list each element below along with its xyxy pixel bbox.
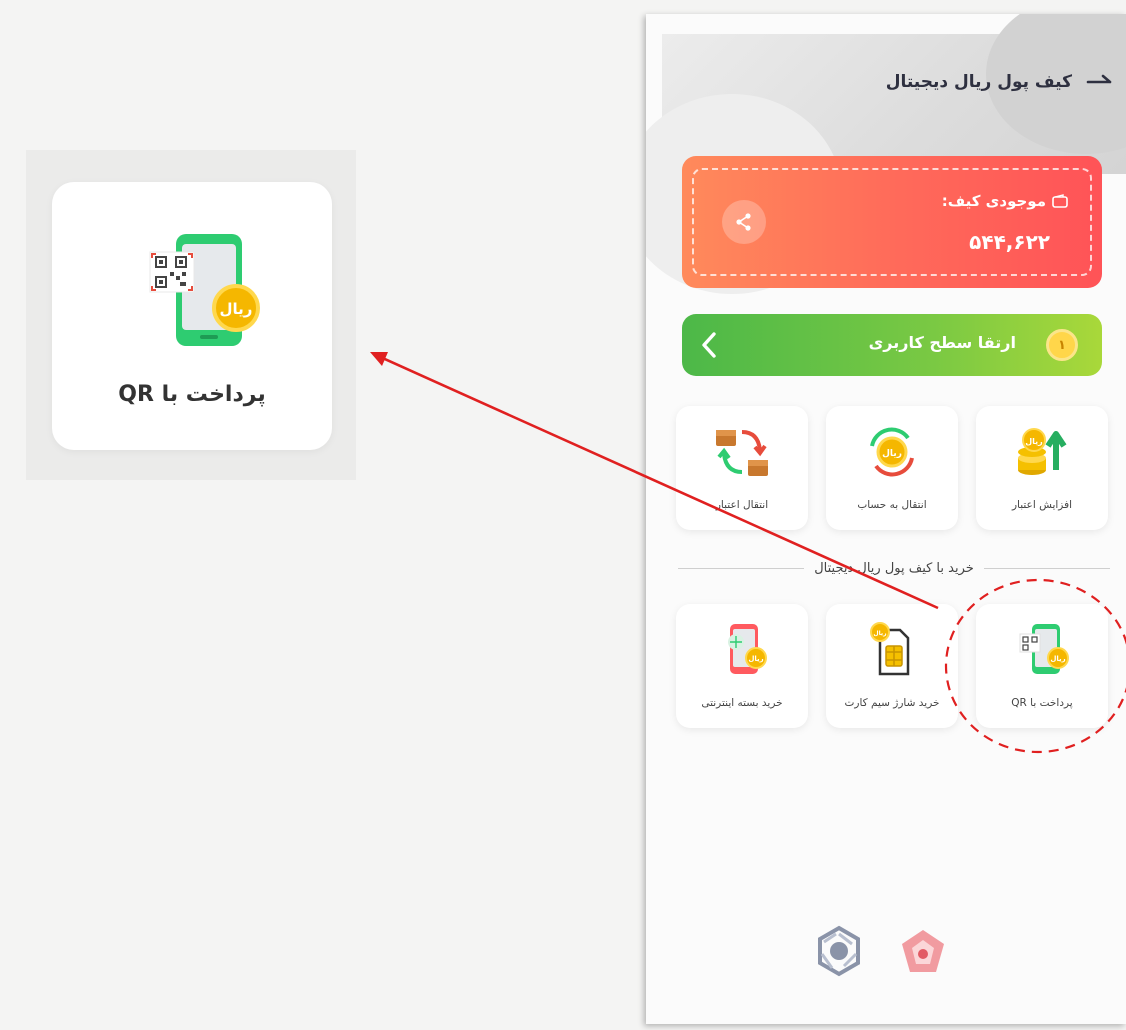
svg-text:ریال: ریال [1050,655,1065,663]
zoom-callout: ریال پرداخت با QR [26,150,356,480]
wallet-balance-card: موجودی کیف: ۵۴۴,۶۲۲ [682,156,1102,288]
section-title-text: خرید با کیف پول ریال دیجیتال [814,560,974,576]
section-title: خرید با کیف پول ریال دیجیتال [678,558,1110,578]
tile-label: پرداخت با QR [1011,697,1073,709]
bank-melli-logo-icon [902,930,944,972]
annotation-arrow-head [370,352,388,366]
qr-payment-card-zoomed: ریال پرداخت با QR [52,182,332,450]
upgrade-label: ارتقا سطح کاربری [868,333,1016,352]
central-bank-logo-icon [818,925,860,977]
wallet-icon [1052,194,1068,208]
qr-phone-icon: ریال [149,234,260,346]
phone-screen: کیف پول ریال دیجیتال موجودی کیف: ۵۴۴,۶۲۲ [646,14,1126,1024]
tile-buy-internet-package[interactable]: ریال خرید بسته اینترنتی [676,604,808,728]
app-header: کیف پول ریال دیجیتال [886,72,1112,92]
svg-text:ریال: ریال [873,630,887,637]
tile-label: خرید بسته اینترنتی [701,697,783,709]
svg-text:ریال: ریال [882,449,902,459]
tile-label: انتقال به حساب [857,499,927,511]
upgrade-level-button[interactable]: ۱ ارتقا سطح کاربری [682,314,1102,376]
bank-logos [812,924,950,978]
callout-label: پرداخت با QR [118,382,266,407]
sim-card-icon: ریال [870,622,910,676]
back-arrow-icon[interactable] [1086,73,1112,91]
wallet-title-row: موجودی کیف: [942,192,1068,210]
coin-transfer-icon: ریال [870,427,914,477]
wallet-amount: ۵۴۴,۶۲۲ [969,230,1050,254]
tile-label: خرید شارژ سیم کارت [844,697,940,709]
coins-up-icon: ریال [1018,428,1067,475]
upgrade-coin-icon: ۱ [1046,329,1078,361]
tile-transfer-to-account[interactable]: ریال انتقال به حساب [826,406,958,530]
svg-text:ریال: ریال [748,655,763,663]
share-button[interactable] [722,200,766,244]
tile-buy-sim-charge[interactable]: ریال خرید شارژ سیم کارت [826,604,958,728]
tile-transfer-credit[interactable]: انتقال اعتبار [676,406,808,530]
chevron-left-icon [702,332,716,358]
coin-text: ریال [220,300,253,318]
svg-text:ریال: ریال [1025,437,1043,446]
share-icon [736,213,751,231]
tile-label: انتقال اعتبار [715,499,769,511]
wallet-exchange-icon [716,430,768,476]
qr-phone-icon: ریال [1019,624,1069,674]
tile-qr-payment[interactable]: ریال پرداخت با QR [976,604,1108,728]
wallet-title: موجودی کیف: [941,192,1046,210]
header-background [646,14,1126,294]
internet-phone-icon: ریال [728,624,767,674]
page-title: کیف پول ریال دیجیتال [885,72,1072,92]
tile-label: افزایش اعتبار [1011,499,1073,511]
tile-increase-credit[interactable]: ریال افزایش اعتبار [976,406,1108,530]
